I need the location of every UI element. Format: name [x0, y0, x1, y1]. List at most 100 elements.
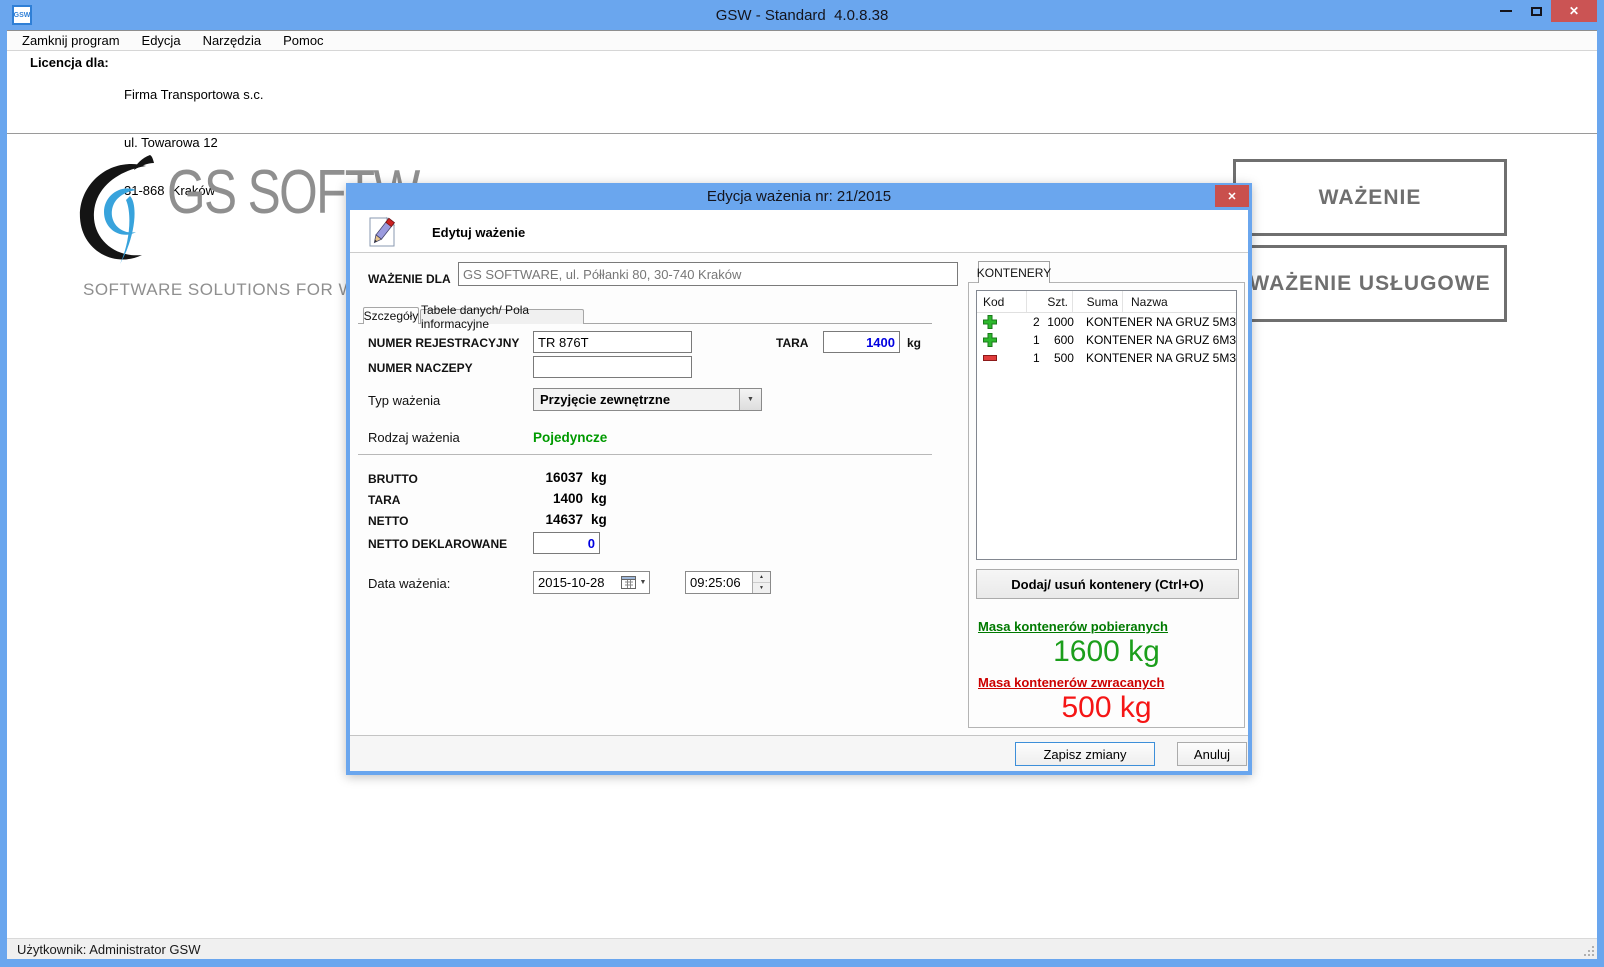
- mass-taken-value: 1600 kg: [969, 635, 1244, 669]
- netto-deklarowane-label: NETTO DEKLAROWANE: [368, 537, 507, 551]
- tab-tabele-danych[interactable]: Tabele danych/ Pola informacyjne: [420, 309, 584, 324]
- netto-value: 14637: [470, 512, 583, 527]
- time-picker[interactable]: 09:25:06: [685, 571, 771, 594]
- maximize-button[interactable]: [1521, 0, 1551, 22]
- edit-weighing-dialog: Edycja ważenia nr: 21/2015 Edytuj ważeni…: [346, 183, 1252, 775]
- plus-icon: [977, 333, 1012, 347]
- tab-kontenery[interactable]: KONTENERY: [978, 261, 1050, 283]
- kontener-szt: 1: [1012, 333, 1044, 347]
- kontener-nazwa: KONTENER NA GRUZ 5M3: [1078, 315, 1236, 329]
- kontener-nazwa: KONTENER NA GRUZ 5M3: [1078, 351, 1236, 365]
- wazenie-dla-input[interactable]: [458, 262, 958, 286]
- dialog-header: Edytuj ważenie: [350, 210, 1248, 253]
- numer-rejestracyjny-label: NUMER REJESTRACYJNY: [368, 336, 519, 350]
- brutto-label: BRUTTO: [368, 472, 418, 486]
- menu-narzedzia[interactable]: Narzędzia: [192, 33, 273, 48]
- kontenery-row[interactable]: 1500KONTENER NA GRUZ 5M3: [977, 349, 1236, 367]
- kontenery-list-header: Kod Szt. Suma Nazwa: [977, 291, 1236, 313]
- column-suma[interactable]: Suma: [1073, 291, 1123, 312]
- license-line: Firma Transportowa s.c.: [124, 87, 263, 103]
- plus-icon: [977, 315, 1012, 329]
- mass-returned-value: 500 kg: [969, 691, 1244, 725]
- window-title: GSW - Standard 4.0.8.38: [0, 0, 1604, 30]
- kontenery-rows: 21000KONTENER NA GRUZ 5M31600KONTENER NA…: [977, 313, 1236, 367]
- kontenery-row[interactable]: 1600KONTENER NA GRUZ 6M3: [977, 331, 1236, 349]
- typ-wazenia-select[interactable]: Przyjęcie zewnętrzne: [533, 388, 762, 411]
- maximize-icon: [1531, 7, 1542, 16]
- data-wazenia-label: Data ważenia:: [368, 576, 450, 591]
- netto-label: NETTO: [368, 514, 408, 528]
- dialog-close-button[interactable]: [1215, 185, 1249, 207]
- dialog-header-label: Edytuj ważenie: [432, 225, 525, 240]
- tara-input[interactable]: [823, 331, 900, 353]
- section-divider: [358, 454, 932, 455]
- tara-input-label: TARA: [776, 336, 808, 350]
- time-value: 09:25:06: [686, 572, 752, 593]
- kontener-suma: 500: [1044, 351, 1078, 365]
- numer-rejestracyjny-input[interactable]: [533, 331, 692, 353]
- dialog-body: Edytuj ważenie WAŻENIE DLA Szczegóły Tab…: [350, 210, 1248, 771]
- numer-naczepy-input[interactable]: [533, 356, 692, 378]
- menu-pomoc[interactable]: Pomoc: [272, 33, 334, 48]
- minimize-button[interactable]: [1491, 0, 1521, 22]
- minimize-icon: [1500, 10, 1512, 12]
- dialog-titlebar[interactable]: Edycja ważenia nr: 21/2015: [346, 183, 1252, 210]
- kontenery-panel: Kod Szt. Suma Nazwa 21000KONTENER NA GRU…: [968, 282, 1245, 728]
- menu-bar: Zamknij program Edycja Narzędzia Pomoc: [7, 30, 1597, 51]
- gs-software-logo-icon: [72, 152, 172, 292]
- status-user-text: Użytkownik: Administrator GSW: [7, 942, 201, 957]
- add-remove-containers-button[interactable]: Dodaj/ usuń kontenery (Ctrl+O): [976, 569, 1239, 599]
- cancel-button[interactable]: Anuluj: [1177, 742, 1247, 766]
- date-picker[interactable]: 2015-10-28: [533, 571, 650, 594]
- resize-grip-icon[interactable]: [1582, 944, 1594, 956]
- netto-deklarowane-input[interactable]: [533, 532, 600, 554]
- license-label: Licencja dla:: [30, 55, 109, 70]
- menu-edycja[interactable]: Edycja: [131, 33, 192, 48]
- close-button[interactable]: [1551, 0, 1597, 22]
- kontener-suma: 1000: [1044, 315, 1078, 329]
- spin-up-icon[interactable]: [753, 572, 770, 583]
- tara-unit: kg: [591, 491, 607, 506]
- rodzaj-wazenia-value: Pojedyncze: [533, 430, 607, 445]
- save-changes-button[interactable]: Zapisz zmiany: [1015, 742, 1155, 766]
- kontenery-list[interactable]: Kod Szt. Suma Nazwa 21000KONTENER NA GRU…: [976, 290, 1237, 560]
- spin-down-icon[interactable]: [753, 583, 770, 593]
- mass-taken-label: Masa kontenerów pobieranych: [978, 619, 1168, 634]
- menu-zamknij-program[interactable]: Zamknij program: [11, 33, 131, 48]
- calendar-icon: [621, 576, 636, 589]
- window-titlebar[interactable]: GSW GSW - Standard 4.0.8.38: [0, 0, 1604, 30]
- license-line: ul. Towarowa 12: [124, 135, 263, 151]
- wazenie-dla-label: WAŻENIE DLA: [368, 272, 451, 286]
- chevron-down-icon[interactable]: [637, 579, 649, 586]
- date-value: 2015-10-28: [534, 575, 621, 590]
- netto-unit: kg: [591, 512, 607, 527]
- window-controls: [1491, 0, 1597, 22]
- column-szt[interactable]: Szt.: [1027, 291, 1073, 312]
- column-nazwa[interactable]: Nazwa: [1123, 291, 1236, 312]
- kontener-suma: 600: [1044, 333, 1078, 347]
- tara-unit-label: kg: [907, 336, 921, 350]
- kontener-szt: 1: [1012, 351, 1044, 365]
- tab-szczegoly[interactable]: Szczegóły: [363, 307, 419, 324]
- column-kod[interactable]: Kod: [977, 291, 1027, 312]
- dialog-title: Edycja ważenia nr: 21/2015: [346, 183, 1252, 210]
- brutto-unit: kg: [591, 470, 607, 485]
- kontener-szt: 2: [1012, 315, 1044, 329]
- dialog-footer: Zapisz zmiany Anuluj: [350, 735, 1248, 771]
- kontener-nazwa: KONTENER NA GRUZ 6M3: [1078, 333, 1236, 347]
- header-divider: [7, 133, 1597, 134]
- edit-pencil-icon: [364, 214, 400, 250]
- license-panel: Licencja dla: Firma Transportowa s.c. ul…: [7, 51, 1597, 133]
- kontenery-row[interactable]: 21000KONTENER NA GRUZ 5M3: [977, 313, 1236, 331]
- rodzaj-wazenia-label: Rodzaj ważenia: [368, 430, 460, 445]
- mass-returned-label: Masa kontenerów zwracanych: [978, 675, 1164, 690]
- chevron-down-icon[interactable]: [739, 389, 761, 410]
- wazenie-uslugowe-button[interactable]: WAŻENIE USŁUGOWE: [1233, 245, 1507, 322]
- wazenie-button[interactable]: WAŻENIE: [1233, 159, 1507, 236]
- tara-value: 1400: [470, 491, 583, 506]
- tab-strip: Szczegóły Tabele danych/ Pola informacyj…: [358, 307, 932, 324]
- tara-label: TARA: [368, 493, 400, 507]
- typ-wazenia-label: Typ ważenia: [368, 393, 440, 408]
- minus-icon: [977, 355, 1012, 361]
- time-spinner: [752, 572, 770, 593]
